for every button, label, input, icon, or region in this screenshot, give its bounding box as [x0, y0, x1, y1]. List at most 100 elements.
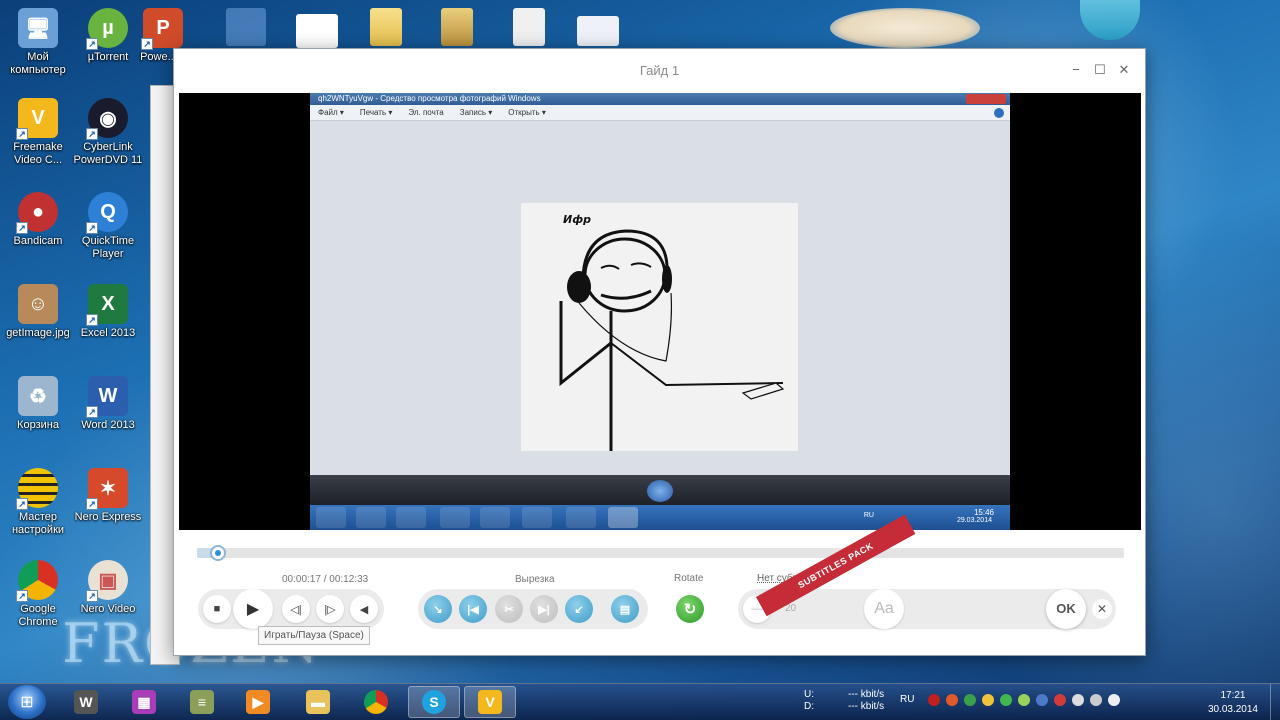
flag-icon[interactable]	[1072, 694, 1084, 706]
desktop-icon-my-computer[interactable]: 🖥 Мой компьютер	[0, 8, 76, 77]
clock-date: 30.03.2014	[1207, 704, 1258, 715]
desktop-icon-label: Word 2013	[81, 419, 135, 431]
desktop-icon-powerdvd[interactable]: ◉ ↗ CyberLink PowerDVD 11	[70, 98, 146, 167]
video-area[interactable]: qh2WNTyuVgw - Средство просмотра фотогра…	[179, 93, 1141, 530]
desktop-icon-beeline-setup[interactable]: ↗ Мастер настройки	[0, 468, 76, 537]
mark-in-button[interactable]: ↘	[424, 595, 452, 623]
rotate-button[interactable]: ↻	[676, 595, 704, 623]
inner-clock-time: 15:46	[973, 508, 994, 517]
volume-icon[interactable]	[1108, 694, 1120, 706]
time-total: 00:12:33	[329, 574, 369, 585]
excel-icon: X ↗	[86, 284, 128, 326]
inner-yandex-icon	[522, 507, 552, 528]
close-player-button[interactable]: ✕	[1092, 599, 1112, 619]
freemake-icon: V	[478, 690, 502, 714]
taskbar-books[interactable]: ≡	[176, 686, 228, 718]
paint-icon[interactable]	[513, 8, 545, 46]
next-frame-button[interactable]: |▷	[316, 595, 344, 623]
folder-icon[interactable]	[441, 8, 473, 46]
inner-viewer-body: Ифр	[310, 121, 1010, 475]
download-value: --- kbit/s	[848, 701, 885, 712]
word-icon: W ↗	[86, 376, 128, 418]
bandicam-tray-icon[interactable]	[928, 694, 940, 706]
desktop-icon-nero-video[interactable]: ▣ ↗ Nero Video	[70, 560, 146, 616]
desktop-icon-label: Nero Express	[74, 511, 142, 523]
desktop-icon-quicktime[interactable]: Q ↗ QuickTime Player	[70, 192, 146, 261]
inner-menu-item: Запись ▾	[459, 108, 493, 117]
play-icon: ▶	[246, 601, 260, 618]
taskbar-media-player[interactable]: ▶	[232, 686, 284, 718]
leaf-tray-icon[interactable]	[1018, 694, 1030, 706]
blue-tray-icon[interactable]	[1036, 694, 1048, 706]
green-tray-icon[interactable]	[964, 694, 976, 706]
inner-app-icon	[356, 507, 386, 528]
seek-bar[interactable]	[197, 545, 1124, 561]
seek-handle[interactable]	[210, 545, 226, 561]
desktop-icon-chrome[interactable]: ↗ Google Chrome	[0, 560, 76, 629]
rotate-icon: ↻	[683, 601, 697, 618]
record-tray-icon[interactable]	[946, 694, 958, 706]
subtitle-font-button[interactable]: Aa	[864, 589, 904, 629]
clock[interactable]: 17:21 30.03.2014	[1208, 689, 1258, 717]
desktop-icon-freemake[interactable]: V ↗ Freemake Video C...	[0, 98, 76, 167]
shortcut-icon[interactable]	[226, 8, 266, 46]
play-pause-button[interactable]: ▶	[233, 589, 273, 629]
show-desktop-button[interactable]	[1270, 684, 1280, 720]
desktop-icon-recycle-bin[interactable]: ♻ Корзина	[0, 376, 76, 432]
volume-button[interactable]: ◀	[350, 595, 378, 623]
taskbar-skype[interactable]: S	[408, 686, 460, 718]
cut-button[interactable]: ✂	[495, 595, 523, 623]
help-icon	[994, 108, 1004, 118]
close-button[interactable]: ✕	[1117, 63, 1131, 77]
taskbar-chrome[interactable]	[350, 686, 402, 718]
inner-start-icon	[316, 507, 346, 528]
taskbar-world-of-tanks[interactable]: W	[60, 686, 112, 718]
mark-out-button[interactable]: ↙	[565, 595, 593, 623]
mark-in-icon: ↘	[433, 603, 443, 616]
taskbar-library[interactable]: ▦	[118, 686, 170, 718]
desktop-icon-nero-express[interactable]: ✶ ↗ Nero Express	[70, 468, 146, 524]
inner-viewer-toolbar	[310, 475, 1010, 505]
desktop-icon-label: CyberLink PowerDVD 11	[73, 141, 143, 166]
quicktime-icon: Q ↗	[86, 192, 128, 234]
folder-icon[interactable]	[370, 8, 402, 46]
nero-express-icon: ✶ ↗	[86, 468, 128, 510]
inner-photo-viewer-icon	[608, 507, 638, 528]
desktop-icon-bandicam[interactable]: ● ↗ Bandicam	[0, 192, 76, 248]
frames-button[interactable]: ▤	[611, 595, 639, 623]
desktop-icon-label: Nero Video	[80, 603, 136, 615]
tick-tray-icon[interactable]	[1000, 694, 1012, 706]
taskbar-explorer[interactable]: ▬	[292, 686, 344, 718]
language-indicator[interactable]: RU	[900, 694, 914, 706]
yellow-tray-icon[interactable]	[982, 694, 994, 706]
network-icon[interactable]	[1090, 694, 1102, 706]
taskbar-freemake[interactable]: V	[464, 686, 516, 718]
blank-document-icon[interactable]	[296, 14, 338, 48]
window-controls: − ☐ ✕	[1069, 63, 1131, 77]
stop-button[interactable]: ■	[203, 595, 231, 623]
start-button[interactable]: ⊞	[8, 685, 46, 719]
desktop-icon-utorrent[interactable]: µ ↗ µTorrent	[70, 8, 146, 64]
go-to-end-button[interactable]: ▶|	[530, 595, 558, 623]
powerpoint-icon: P ↗	[141, 8, 183, 50]
books-icon: ≡	[190, 690, 214, 714]
inner-clock-date: 29.03.2014	[956, 517, 992, 524]
desktop-icon-excel[interactable]: X ↗ Excel 2013	[70, 284, 146, 340]
window-title: Гайд 1	[639, 63, 680, 78]
maximize-button[interactable]: ☐	[1093, 63, 1107, 77]
ok-button[interactable]: OK	[1046, 589, 1086, 629]
network-meter-values: --- kbit/s --- kbit/s	[848, 689, 884, 713]
stick-figure-illustration: Ифр	[559, 213, 785, 451]
previous-frame-button[interactable]: ◁|	[282, 595, 310, 623]
go-to-start-button[interactable]: |◀	[459, 595, 487, 623]
minimize-button[interactable]: −	[1069, 63, 1083, 77]
desktop-icon-word[interactable]: W ↗ Word 2013	[70, 376, 146, 432]
screenshot-file-icon[interactable]	[577, 16, 619, 46]
taskbar: ⊞ W ▦ ≡ ▶ ▬ S V U: D: --- kbit/s --- kbi…	[0, 683, 1280, 720]
image-icon: ☺	[18, 284, 58, 324]
inner-window-title: qh2WNTyuVgw - Средство просмотра фотогра…	[310, 93, 1010, 105]
inner-menu-item: Эл. почта	[408, 108, 444, 117]
system-tray	[928, 694, 1120, 706]
red-tray-icon[interactable]	[1054, 694, 1066, 706]
desktop-icon-getimage[interactable]: ☺ getImage.jpg	[0, 284, 76, 340]
